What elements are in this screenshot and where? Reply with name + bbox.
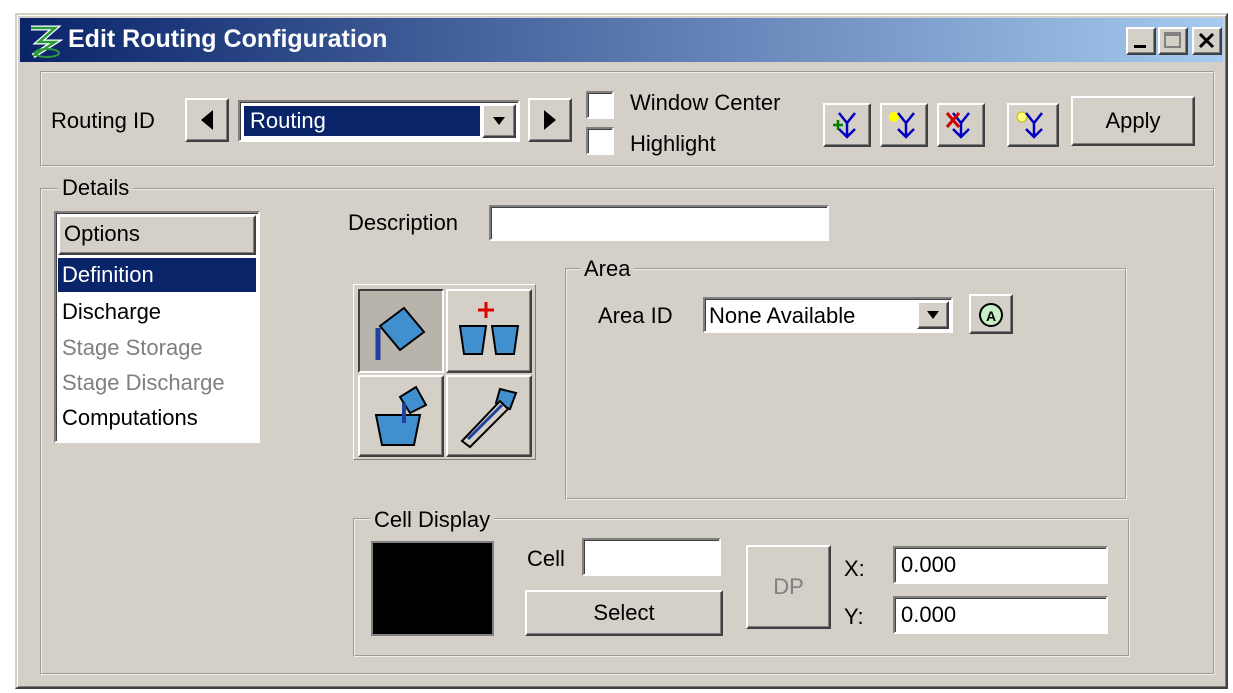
svg-text:A: A [986,308,996,324]
arrow-left-icon [201,110,213,130]
routing-id-label: Routing ID [51,108,155,133]
routing-id-value: Routing [244,106,480,136]
copy-routing-button[interactable] [1007,103,1059,147]
y-label: Y: [844,604,864,629]
fill-bucket-icon [374,385,428,446]
add-routing-icon [833,112,856,139]
chevron-down-icon [493,117,505,125]
window-center-label: Window Center [630,90,781,115]
cell-label: Cell [527,546,565,571]
apply-button[interactable]: Apply [1071,96,1195,146]
dp-button: DP [746,545,831,629]
add-routing-button[interactable] [823,103,871,147]
area-type-palette [353,284,536,460]
area-id-label: Area ID [598,303,673,328]
pipe-area-button[interactable] [446,375,532,457]
cell-preview [371,541,494,636]
list-item-stage-storage: Stage Storage [62,335,203,360]
list-item-computations[interactable]: Computations [58,401,198,435]
routing-id-dropdown[interactable]: Routing [238,100,520,142]
area-id-dropdown[interactable]: None Available [703,297,953,333]
x-label: X: [844,556,865,581]
copy-routing-icon [1016,111,1043,139]
window-center-checkbox[interactable] [586,91,614,119]
window-title: Edit Routing Configuration [68,25,388,53]
x-coordinate-input[interactable]: 0.000 [893,546,1108,584]
previous-routing-button[interactable] [185,98,229,142]
description-input[interactable] [489,205,829,241]
cell-input[interactable] [582,538,721,576]
pour-area-button[interactable] [358,289,444,373]
pipe-pour-icon [460,387,518,449]
app-logo-icon [27,22,64,60]
maximize-button[interactable] [1158,27,1188,55]
add-buckets-icon [458,302,520,355]
minimize-button[interactable] [1126,27,1156,55]
details-legend: Details [58,175,134,201]
highlight-label: Highlight [630,131,716,156]
select-cell-button[interactable]: Select [525,590,723,636]
area-tool-button[interactable]: A [969,294,1013,334]
delete-routing-button[interactable] [937,103,985,147]
area-id-value: None Available [709,303,856,328]
area-dropdown-button[interactable] [917,301,949,329]
next-routing-button[interactable] [528,98,572,142]
chevron-down-icon [927,311,939,319]
fill-area-button[interactable] [358,375,444,457]
cell-display-legend: Cell Display [370,507,495,533]
pour-bucket-icon [375,306,426,360]
new-routing-icon [889,112,915,139]
options-list-header[interactable]: Options [58,215,256,255]
y-coordinate-input[interactable]: 0.000 [893,596,1108,634]
new-routing-button[interactable] [880,103,928,147]
maximize-icon [1164,32,1181,48]
area-shape-icon: A [979,303,1003,327]
options-list[interactable]: Options Definition Discharge Stage Stora… [54,211,260,443]
arrow-right-icon [544,110,556,130]
close-button[interactable] [1192,27,1222,55]
delete-routing-icon [945,112,970,139]
list-item-definition[interactable]: Definition [58,258,256,292]
routing-dropdown-button[interactable] [482,104,516,138]
area-legend: Area [580,256,635,282]
list-item-discharge[interactable]: Discharge [58,295,161,329]
highlight-checkbox[interactable] [586,127,614,155]
minimize-icon [1134,45,1146,48]
list-item-stage-discharge: Stage Discharge [62,370,225,395]
description-label: Description [348,210,459,235]
add-areas-button[interactable] [446,289,532,373]
close-icon [1198,32,1215,49]
